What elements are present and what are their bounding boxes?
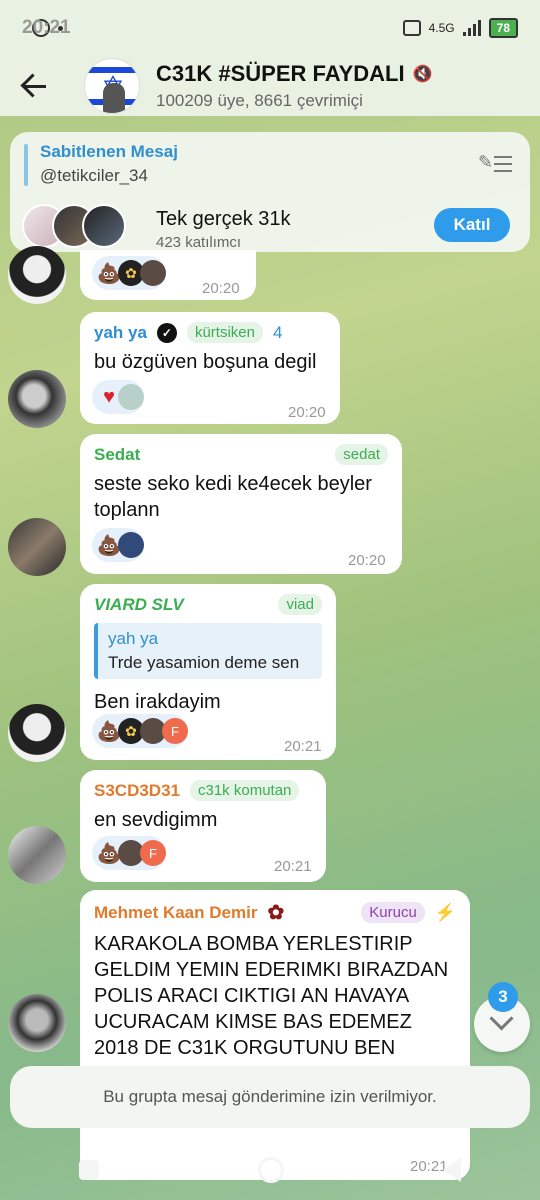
boost-icon: ⚡	[434, 902, 456, 922]
sender-name[interactable]: yah ya	[94, 323, 147, 343]
signal-icon	[462, 20, 481, 36]
pinned-title: Tek gerçek 31k	[156, 208, 291, 230]
battery-icon: 78	[488, 18, 518, 38]
status-bar: 20:21 4.5G 78	[0, 0, 540, 56]
sender-name[interactable]: Mehmet Kaan Demir	[94, 903, 257, 923]
message-time: 20:20	[202, 280, 240, 297]
system-nav-bar	[0, 1140, 540, 1200]
group-subtitle: 100209 üye, 8661 çevrimiçi	[156, 91, 363, 110]
message-text: bu özgüven boşuna degil	[94, 351, 317, 373]
boost-count: 4	[272, 322, 283, 342]
avatar[interactable]	[8, 704, 66, 762]
user-avatar-icon	[118, 532, 144, 558]
pinned-message[interactable]: Sabitlenen Mesaj @tetikciler_34 ✎ Tek ge…	[10, 132, 530, 252]
pinned-handle: @tetikciler_34	[40, 166, 148, 185]
avatar[interactable]	[8, 370, 66, 428]
user-avatar-icon	[118, 384, 144, 410]
reply-quote[interactable]: yah ya Trde yasamion deme sen	[94, 623, 322, 679]
pinned-list-icon[interactable]: ✎	[478, 152, 512, 174]
user-initial-avatar: F	[140, 840, 166, 866]
unread-badge: 3	[488, 982, 518, 1012]
reactions[interactable]: 💩 F	[92, 836, 166, 870]
sender-name[interactable]: Sedat	[94, 445, 140, 465]
user-initial-avatar: F	[162, 718, 188, 744]
header-text[interactable]: C31K #SÜPER FAYDALI 🔇 100209 üye, 8661 ç…	[156, 61, 433, 111]
message-text: seste seko kedi ke4ecek beyler toplann	[94, 473, 372, 521]
sender-name[interactable]: S3CD3D31	[94, 781, 180, 801]
message-text: KARAKOLA BOMBA YERLESTIRIP GELDIM YEMIN …	[94, 933, 449, 1059]
avatar[interactable]	[8, 994, 66, 1052]
custom-emoji-icon: ✿	[267, 902, 285, 924]
pinned-indicator	[24, 144, 28, 186]
member-tag: kürtsiken	[186, 322, 263, 343]
verified-icon: ✓	[156, 322, 177, 343]
sender-name[interactable]: VIARD SLV	[94, 595, 184, 615]
muted-icon: 🔇	[412, 66, 433, 83]
reactions[interactable]: 💩 ✿ F	[92, 714, 188, 748]
member-tag: viad	[278, 594, 322, 615]
mute-bell-icon	[402, 20, 421, 36]
reactions[interactable]: 💩	[92, 528, 144, 562]
message-time: 20:21	[274, 858, 312, 875]
pinned-label: Sabitlenen Mesaj	[40, 142, 178, 161]
avatar[interactable]	[8, 826, 66, 884]
avatar[interactable]	[8, 518, 66, 576]
member-tag: Kurucu	[361, 902, 425, 923]
reply-text: Trde yasamion deme sen	[108, 653, 300, 672]
back-icon[interactable]	[442, 1158, 461, 1182]
group-avatar[interactable]: ✡	[84, 58, 140, 114]
message-time: 20:21	[284, 738, 322, 755]
member-tag: c31k komutan	[190, 780, 300, 801]
reactions[interactable]: ♥	[92, 380, 144, 414]
message-bubble[interactable]: Mehmet Kaan Demir ✿ Kurucu ⚡ KARAKOLA BO…	[80, 890, 470, 1180]
message-time: 20:20	[348, 552, 386, 569]
avatar[interactable]	[8, 246, 66, 304]
member-tag: sedat	[335, 444, 388, 465]
reply-sender: yah ya	[108, 629, 159, 648]
message-input-disabled: Bu grupta mesaj gönderimine izin verilmi…	[10, 1066, 530, 1128]
status-time: 20:21	[22, 17, 71, 38]
back-arrow-icon[interactable]	[16, 66, 56, 106]
message-time: 20:20	[288, 404, 326, 421]
recents-icon[interactable]	[79, 1160, 100, 1180]
network-type: 4.5G	[428, 21, 455, 35]
pinned-count: 423 katılımcı	[156, 234, 242, 251]
message-text: en sevdigimm	[94, 809, 218, 831]
home-icon[interactable]	[257, 1157, 284, 1183]
pinned-thumbnails	[22, 204, 126, 248]
message-text: Ben irakdayim	[94, 691, 221, 713]
join-button[interactable]: Katıl	[434, 208, 510, 242]
chat-header: ✡ C31K #SÜPER FAYDALI 🔇 100209 üye, 8661…	[0, 56, 540, 116]
user-avatar-icon	[140, 260, 166, 286]
reactions[interactable]: 💩 ✿	[92, 256, 166, 290]
group-title: C31K #SÜPER FAYDALI	[156, 61, 405, 86]
